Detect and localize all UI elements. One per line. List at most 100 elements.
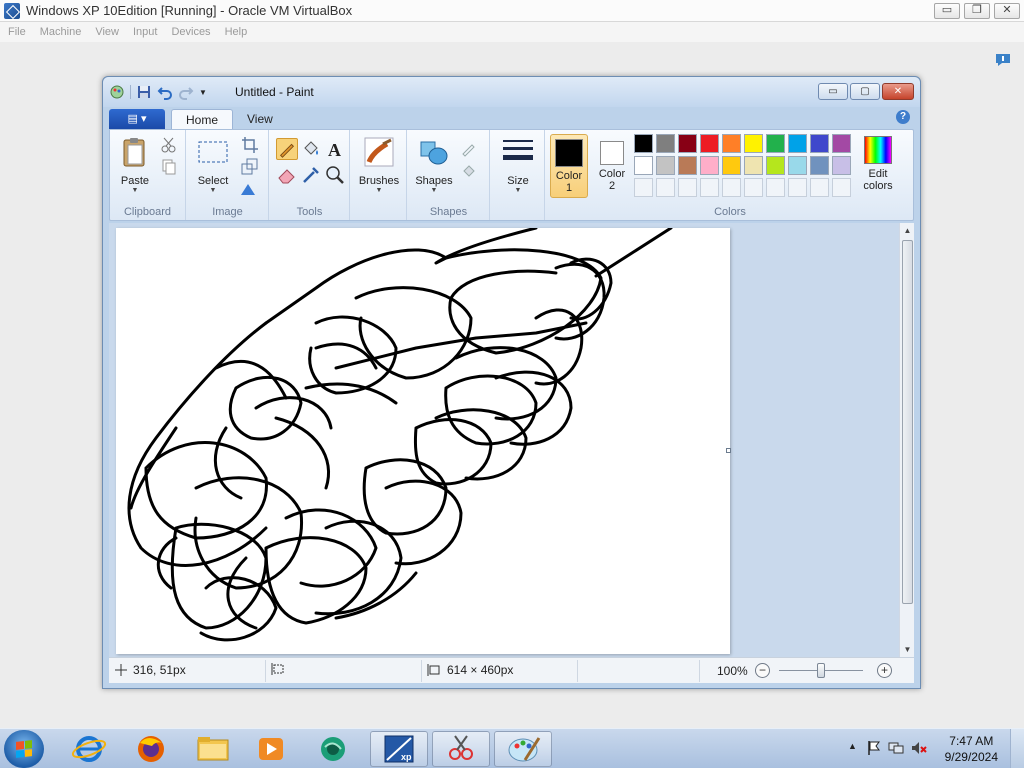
custom-color-slot-1[interactable] xyxy=(656,178,675,197)
palette-swatch-13[interactable] xyxy=(700,156,719,175)
palette-swatch-19[interactable] xyxy=(832,156,851,175)
paint-taskbar-item[interactable] xyxy=(494,731,552,767)
color2-button[interactable]: Color 2 xyxy=(593,134,631,198)
internet-explorer-icon[interactable] xyxy=(64,731,114,767)
palette-swatch-16[interactable] xyxy=(766,156,785,175)
save-icon[interactable] xyxy=(136,84,152,100)
customize-quick-access-button[interactable]: ▼ xyxy=(199,88,207,97)
menu-file[interactable]: File xyxy=(8,26,26,38)
pencil-icon[interactable] xyxy=(276,138,298,160)
cursor-position: 316, 51px xyxy=(115,663,186,677)
palette-swatch-9[interactable] xyxy=(832,134,851,153)
scroll-thumb[interactable] xyxy=(902,240,913,604)
custom-color-slot-5[interactable] xyxy=(744,178,763,197)
canvas-resize-handle[interactable] xyxy=(726,448,731,453)
volume-muted-icon[interactable] xyxy=(910,740,928,756)
palette-swatch-6[interactable] xyxy=(766,134,785,153)
edit-colors-button[interactable]: Edit colors xyxy=(854,136,902,192)
paint-minimize-button[interactable]: ▭ xyxy=(818,83,848,100)
zoom-out-button[interactable]: − xyxy=(755,663,770,678)
magnifier-icon[interactable] xyxy=(324,164,346,186)
paint-close-button[interactable]: ✕ xyxy=(882,83,914,100)
host-close-button[interactable]: ✕ xyxy=(994,3,1020,19)
text-icon[interactable]: A xyxy=(324,138,346,160)
tab-home[interactable]: Home xyxy=(171,109,234,129)
palette-swatch-10[interactable] xyxy=(634,156,653,175)
network-icon[interactable] xyxy=(888,740,904,756)
fill-icon[interactable] xyxy=(300,138,322,160)
shapes-button[interactable]: Shapes ▼ xyxy=(412,136,456,195)
palette-swatch-4[interactable] xyxy=(722,134,741,153)
custom-color-slot-0[interactable] xyxy=(634,178,653,197)
color2-label: Color xyxy=(598,168,626,180)
palette-swatch-15[interactable] xyxy=(744,156,763,175)
menu-view[interactable]: View xyxy=(95,26,119,38)
palette-swatch-2[interactable] xyxy=(678,134,697,153)
show-desktop-button[interactable] xyxy=(1010,729,1024,768)
paste-button[interactable]: Paste ▼ xyxy=(116,136,154,195)
action-center-flag-icon[interactable] xyxy=(866,740,882,756)
paint-menu-button[interactable]: ▤ ▾ xyxy=(109,109,165,129)
custom-color-slot-2[interactable] xyxy=(678,178,697,197)
palette-swatch-11[interactable] xyxy=(656,156,675,175)
menu-devices[interactable]: Devices xyxy=(171,26,210,38)
brushes-button[interactable]: Brushes ▼ xyxy=(355,136,403,195)
windows-explorer-icon[interactable] xyxy=(188,731,238,767)
color1-button[interactable]: Color 1 xyxy=(550,134,588,198)
crop-icon[interactable] xyxy=(241,136,259,154)
shape-fill-icon[interactable] xyxy=(460,162,478,180)
firefox-icon[interactable] xyxy=(126,731,176,767)
eraser-icon[interactable] xyxy=(276,164,298,186)
menu-input[interactable]: Input xyxy=(133,26,157,38)
palette-swatch-7[interactable] xyxy=(788,134,807,153)
size-button[interactable]: Size ▼ xyxy=(497,136,539,195)
select-button[interactable]: Select ▼ xyxy=(193,136,233,195)
paint-maximize-button[interactable]: ▢ xyxy=(850,83,880,100)
virtualbox-icon xyxy=(4,2,20,19)
custom-color-slot-6[interactable] xyxy=(766,178,785,197)
host-restore-button[interactable]: ❐ xyxy=(964,3,990,19)
cut-icon[interactable] xyxy=(160,136,178,154)
palette-swatch-18[interactable] xyxy=(810,156,829,175)
rotate-icon[interactable] xyxy=(239,180,257,198)
vertical-scrollbar[interactable]: ▲ ▼ xyxy=(899,223,914,657)
palette-swatch-17[interactable] xyxy=(788,156,807,175)
zoom-slider-thumb[interactable] xyxy=(817,663,825,678)
tab-view[interactable]: View xyxy=(233,109,287,129)
undo-icon[interactable] xyxy=(157,84,173,100)
resize-icon[interactable] xyxy=(241,158,259,176)
media-player-icon[interactable] xyxy=(246,731,296,767)
custom-color-slot-8[interactable] xyxy=(810,178,829,197)
start-button[interactable] xyxy=(4,730,44,768)
outline-icon[interactable] xyxy=(460,140,478,158)
color-picker-icon[interactable] xyxy=(300,164,322,186)
custom-color-slot-4[interactable] xyxy=(722,178,741,197)
edge-like-icon[interactable] xyxy=(308,731,358,767)
custom-color-slot-7[interactable] xyxy=(788,178,807,197)
show-hidden-icons-button[interactable]: ▲ xyxy=(848,741,857,751)
notification-icon[interactable] xyxy=(994,52,1012,68)
custom-color-slot-9[interactable] xyxy=(832,178,851,197)
palette-swatch-0[interactable] xyxy=(634,134,653,153)
system-clock[interactable]: 7:47 AM 9/29/2024 xyxy=(945,733,998,765)
host-minimize-button[interactable]: ▭ xyxy=(934,3,960,19)
virtualbox-taskbar-item[interactable]: xp xyxy=(370,731,428,767)
palette-swatch-1[interactable] xyxy=(656,134,675,153)
palette-swatch-14[interactable] xyxy=(722,156,741,175)
snipping-tool-taskbar-item[interactable] xyxy=(432,731,490,767)
scroll-down-icon[interactable]: ▼ xyxy=(900,642,915,657)
select-icon xyxy=(198,141,228,163)
palette-swatch-5[interactable] xyxy=(744,134,763,153)
palette-swatch-8[interactable] xyxy=(810,134,829,153)
custom-color-slot-3[interactable] xyxy=(700,178,719,197)
copy-icon[interactable] xyxy=(160,158,178,176)
zoom-in-button[interactable]: + xyxy=(877,663,892,678)
scroll-up-icon[interactable]: ▲ xyxy=(900,223,915,238)
menu-help[interactable]: Help xyxy=(225,26,248,38)
drawing-canvas[interactable] xyxy=(116,228,730,654)
palette-swatch-12[interactable] xyxy=(678,156,697,175)
help-icon[interactable]: ? xyxy=(896,110,910,124)
palette-swatch-3[interactable] xyxy=(700,134,719,153)
redo-icon[interactable] xyxy=(178,84,194,100)
menu-machine[interactable]: Machine xyxy=(40,26,82,38)
